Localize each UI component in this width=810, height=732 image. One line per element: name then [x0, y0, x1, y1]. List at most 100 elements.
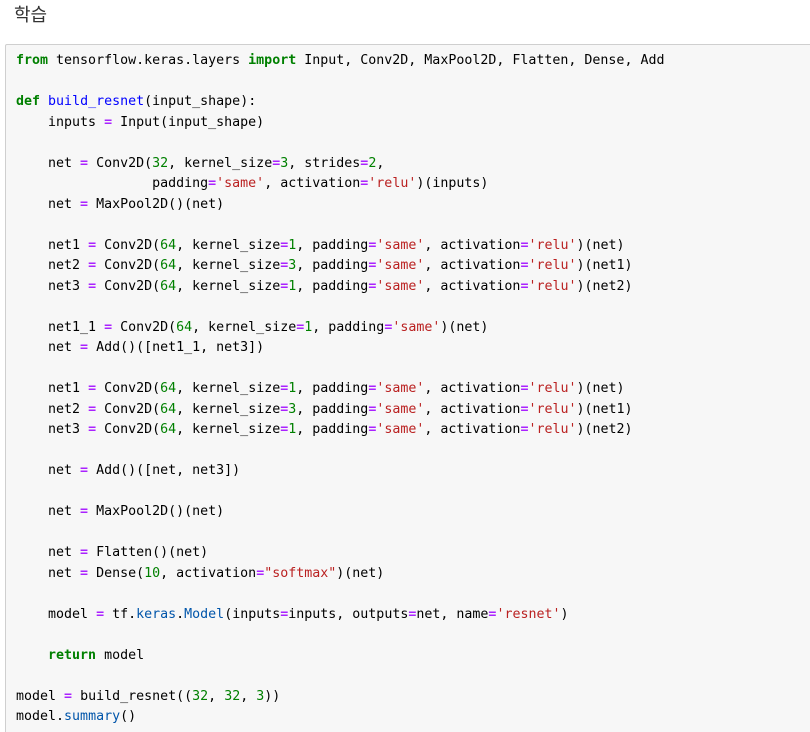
code-token-plain: ,: [240, 688, 257, 704]
code-token-plain: model: [16, 606, 97, 622]
code-token-plain: , kernel_size: [176, 278, 281, 294]
code-token-plain: Conv2D(: [96, 422, 161, 437]
code-line: return model: [16, 646, 664, 667]
code-token-plain: MaxPool2D()(net): [88, 504, 225, 519]
code-token-attr: summary: [64, 709, 121, 724]
code-token-plain: )(net2): [576, 278, 633, 294]
code-token-plain: , activation: [424, 237, 521, 253]
code-token-plain: net: [16, 565, 81, 581]
code-token-str: 'relu': [528, 422, 577, 437]
code-token-plain: )(net1): [576, 258, 633, 273]
code-token-plain: , kernel_size: [176, 401, 281, 417]
code-token-plain: Input(input_shape): [112, 114, 265, 130]
code-cell[interactable]: from tensorflow.keras.layers import Inpu…: [5, 44, 810, 732]
code-token-plain: , activation: [424, 422, 521, 437]
code-line: net = MaxPool2D()(net): [16, 502, 664, 523]
code-token-str: 'same': [376, 381, 425, 396]
code-token-plain: , activation: [424, 258, 521, 273]
code-token-plain: inputs, outputs: [288, 606, 409, 622]
code-token-plain: (): [120, 709, 137, 724]
code-token-op: =: [80, 565, 89, 581]
notebook-page: 학습 from tensorflow.keras.layers import I…: [0, 0, 810, 732]
code-line: net = Add()([net, net3]): [16, 461, 664, 482]
code-token-str: 'relu': [528, 401, 577, 417]
code-token-plain: ): [560, 606, 569, 622]
code-token-plain: net: [16, 196, 81, 212]
code-token-plain: net: [16, 545, 81, 560]
code-token-op: =: [80, 545, 89, 560]
code-token-plain: , kernel_size: [176, 381, 281, 396]
section-heading: 학습: [14, 5, 48, 26]
code-token-plain: net, name: [416, 606, 489, 622]
code-token-str: 'same': [376, 422, 425, 437]
code-token-num: 64: [160, 401, 177, 417]
code-token-op: =: [64, 688, 73, 704]
code-token-plain: , activation: [160, 565, 257, 581]
code-token-str: 'resnet': [496, 606, 561, 622]
code-token-plain: net: [16, 340, 81, 355]
code-token-op: =: [88, 381, 97, 396]
code-token-str: 'relu': [528, 237, 577, 253]
code-token-plain: , kernel_size: [176, 237, 281, 253]
code-token-plain: , kernel_size: [176, 258, 281, 273]
code-token-num: 32: [224, 688, 241, 704]
code-token-str: "softmax": [264, 565, 337, 581]
code-line: net = Add()([net1_1, net3]): [16, 338, 664, 359]
code-token-str: 'same': [392, 319, 441, 335]
code-token-plain: , activation: [424, 381, 521, 396]
code-token-str: 'relu': [368, 176, 417, 191]
code-token-plain: , padding: [296, 237, 369, 253]
code-token-op: =: [104, 319, 113, 335]
code-token-str: 'relu': [528, 381, 577, 396]
code-token-plain: Conv2D(: [96, 258, 161, 273]
code-token-plain: )(net): [576, 237, 625, 253]
code-token-plain: , activation: [264, 176, 361, 191]
code-token-plain: , kernel_size: [176, 422, 281, 437]
code-token-num: 32: [152, 155, 169, 171]
code-token-plain: , kernel_size: [168, 155, 273, 171]
code-token-op: =: [80, 504, 89, 519]
code-token-op: =: [80, 463, 89, 478]
code-line: net = Flatten()(net): [16, 543, 664, 564]
code-token-plain: ,: [376, 155, 385, 171]
code-token-plain: , padding: [296, 278, 369, 294]
code-token-plain: Conv2D(: [96, 237, 161, 253]
code-token-plain: .: [176, 606, 185, 622]
code-line: from tensorflow.keras.layers import Inpu…: [16, 51, 664, 72]
code-token-plain: )(net): [440, 319, 489, 335]
code-token-plain: ,: [208, 688, 225, 704]
code-token-plain: )(net): [336, 565, 385, 581]
code-token-plain: , padding: [312, 319, 385, 335]
code-token-str: 'relu': [528, 278, 577, 294]
code-token-plain: net: [16, 155, 81, 171]
code-token-plain: Add()([net, net3]): [88, 463, 241, 478]
code-token-plain: MaxPool2D()(net): [88, 196, 225, 212]
code-token-plain: , padding: [296, 381, 369, 396]
code-token-plain: )(net2): [576, 422, 633, 437]
code-token-attr: keras: [136, 606, 177, 622]
code-token-op: =: [88, 237, 97, 253]
code-token-plain: , strides: [288, 155, 361, 171]
code-line: padding='same', activation='relu')(input…: [16, 174, 664, 195]
code-token-num: 64: [160, 258, 177, 273]
code-token-op: =: [88, 401, 97, 417]
code-token-kw: import: [248, 53, 297, 68]
code-line: model.summary(): [16, 707, 664, 728]
code-token-plain: net3: [16, 278, 89, 294]
code-token-plain: , padding: [296, 422, 369, 437]
code-token-plain: , kernel_size: [192, 319, 297, 335]
code-token-plain: (inputs: [224, 606, 281, 622]
code-token-plain: net3: [16, 422, 89, 437]
code-token-plain: , padding: [296, 258, 369, 273]
code-editor[interactable]: from tensorflow.keras.layers import Inpu…: [16, 51, 664, 728]
code-line: net1 = Conv2D(64, kernel_size=1, padding…: [16, 236, 664, 257]
code-token-plain: model: [96, 647, 145, 663]
code-token-plain: net1: [16, 237, 89, 253]
code-token-str: 'same': [376, 258, 425, 273]
